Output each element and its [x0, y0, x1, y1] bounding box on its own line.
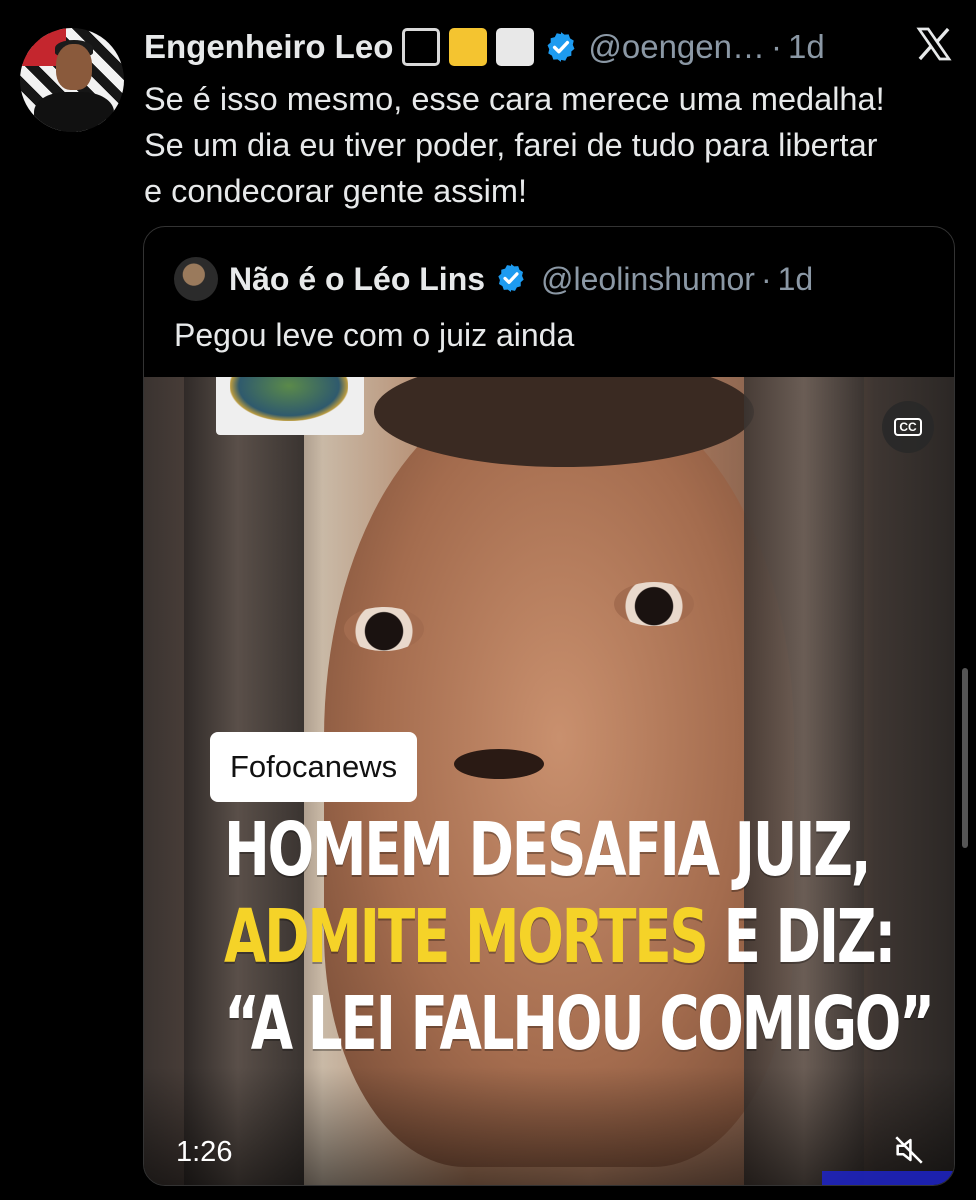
video-player[interactable]: CC Fofocanews HOMEM DESAFIA JUIZ, ADMITE…	[144, 377, 954, 1185]
scrollbar-thumb[interactable]	[962, 668, 968, 848]
author-handle[interactable]: @oengen…	[588, 28, 765, 66]
video-controls-shade	[144, 1067, 954, 1185]
quoted-author-handle[interactable]: @leolinshumor	[541, 261, 755, 298]
video-duration: 1:26	[176, 1136, 233, 1168]
separator-dot: ·	[770, 28, 782, 65]
x-logo-icon[interactable]	[914, 22, 954, 66]
quoted-tweet-text: Pegou leve com o juiz ainda	[174, 317, 575, 353]
source-tag: Fofocanews	[210, 732, 418, 802]
quoted-author-name[interactable]: Não é o Léo Lins	[229, 261, 485, 298]
quoted-tweet-header: Não é o Léo Lins @leolinshumor · 1d	[229, 255, 813, 303]
video-frame-eye	[344, 607, 424, 651]
tweet-header: Engenheiro Leo @oengen… · 1d	[144, 22, 825, 72]
white-square-emoji	[496, 28, 535, 66]
channel-logo	[216, 377, 364, 435]
video-headline: HOMEM DESAFIA JUIZ, ADMITE MORTES E DIZ:…	[224, 807, 935, 1068]
yellow-square-emoji	[449, 28, 488, 66]
headline-line-2-rest: E DIZ:	[706, 894, 896, 980]
video-frame-nose	[454, 749, 544, 779]
headline-line-2: ADMITE MORTES E DIZ:	[224, 894, 896, 981]
author-avatar[interactable]	[20, 28, 124, 132]
author-name[interactable]: Engenheiro Leo	[144, 28, 393, 66]
headline-yellow-text: ADMITE MORTES	[224, 894, 709, 980]
video-frame-eye	[614, 582, 694, 626]
separator-dot: ·	[760, 260, 772, 297]
quoted-tweet[interactable]: Não é o Léo Lins @leolinshumor · 1d Pego…	[143, 226, 955, 1186]
headline-line-1: HOMEM DESAFIA JUIZ,	[224, 807, 872, 893]
tweet-time[interactable]: 1d	[788, 28, 825, 66]
verified-badge-icon[interactable]	[544, 30, 578, 64]
tweet-text: Se é isso mesmo, esse cara merece uma me…	[144, 81, 885, 209]
black-square-emoji	[402, 28, 441, 66]
closed-captions-icon[interactable]: CC	[882, 401, 934, 453]
muted-speaker-icon[interactable]	[892, 1133, 926, 1167]
quoted-tweet-time: 1d	[777, 260, 814, 297]
quoted-author-avatar[interactable]	[174, 257, 218, 301]
verified-badge-icon	[495, 262, 529, 296]
headline-line-3: “A LEI FALHOU COMIGO”	[224, 981, 935, 1067]
video-progress-bar[interactable]	[822, 1171, 954, 1185]
